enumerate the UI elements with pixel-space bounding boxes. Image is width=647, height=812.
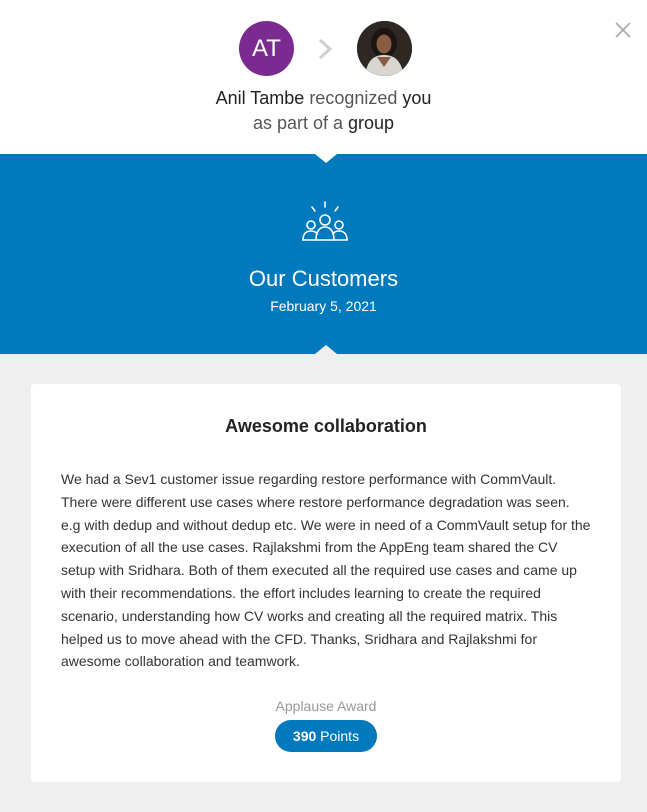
value-title: Our Customers	[248, 266, 399, 291]
points-value: 390	[292, 728, 317, 744]
avatar-row: AT	[0, 21, 647, 77]
team-icon	[302, 201, 348, 241]
recognition-date: February 5, 2021	[270, 298, 377, 314]
message-card: Awesome collaboration We had a Sev1 cust…	[31, 384, 621, 782]
award-label: Applause Award	[275, 698, 377, 714]
banner-notch-bottom	[315, 345, 337, 354]
banner-notch-top	[315, 154, 337, 163]
headline-line2-prefix: as part of a	[252, 113, 343, 133]
headline-object: you	[402, 88, 432, 108]
sender-avatar[interactable]: AT	[239, 21, 294, 76]
recognition-headline: Anil Tambe recognized you as part of a g…	[0, 86, 647, 136]
points-badge: 390 Points	[275, 720, 377, 752]
points-unit: Points	[320, 728, 360, 744]
message-title: Awesome collaboration	[225, 416, 427, 436]
sender-name[interactable]: Anil Tambe	[216, 88, 305, 108]
recipient-avatar[interactable]	[357, 21, 412, 76]
headline-verb: recognized	[309, 88, 398, 108]
message-body: We had a Sev1 customer issue regarding r…	[61, 471, 591, 670]
headline-line2-group: group	[348, 113, 395, 133]
recognition-header: AT Anil Tambe recognized you as part of …	[0, 0, 647, 154]
recipient-photo	[357, 21, 412, 76]
value-banner	[0, 154, 647, 354]
chevron-right-icon	[318, 38, 333, 60]
